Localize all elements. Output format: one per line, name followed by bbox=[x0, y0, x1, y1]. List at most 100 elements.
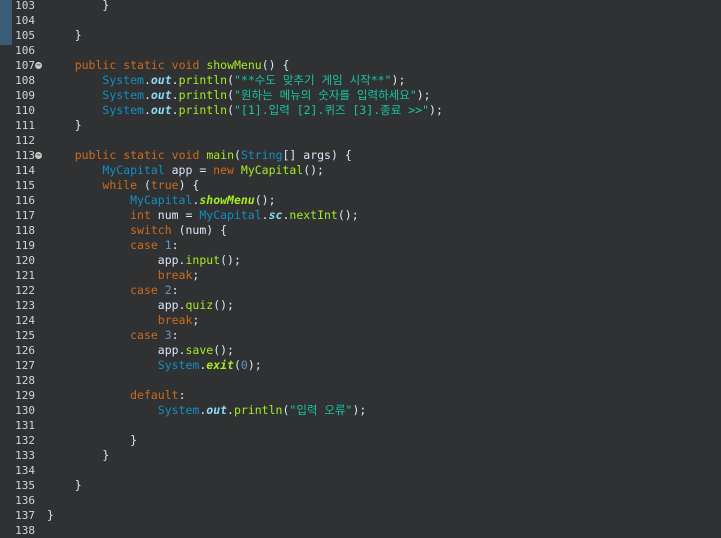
code-token: . bbox=[227, 403, 234, 417]
line-number: 120 bbox=[15, 254, 35, 267]
code-token: case bbox=[130, 283, 158, 297]
code-line[interactable]: 105 } bbox=[0, 28, 721, 43]
code-token: . bbox=[143, 88, 151, 102]
line-number: 115 bbox=[15, 179, 35, 192]
code-line[interactable]: 130 System.out.println("입력 오류"); bbox=[0, 403, 721, 418]
code-line[interactable]: 133 } bbox=[0, 448, 721, 463]
code-line[interactable]: 115 while (true) { bbox=[0, 178, 721, 193]
line-number: 113 bbox=[15, 149, 35, 162]
code-line[interactable]: 134 bbox=[0, 463, 721, 478]
line-number: 114 bbox=[15, 164, 35, 177]
code-line[interactable]: 117 int num = MyCapital.sc.nextInt(); bbox=[0, 208, 721, 223]
code-token: println bbox=[178, 73, 228, 87]
code-text: } bbox=[47, 28, 82, 43]
code-token: : bbox=[171, 328, 179, 342]
code-line[interactable]: 128 bbox=[0, 373, 721, 388]
code-lines[interactable]: 103 } 104 105 } 106 107− public static void … bbox=[0, 0, 721, 538]
code-token: args bbox=[303, 148, 331, 162]
code-token: MyCapital bbox=[102, 163, 165, 177]
code-line[interactable]: 120 app.input(); bbox=[0, 253, 721, 268]
code-line[interactable]: 125 case 3: bbox=[0, 328, 721, 343]
code-text: case 3: bbox=[47, 328, 179, 343]
code-token: app = bbox=[164, 163, 214, 177]
fold-collapse-icon[interactable]: − bbox=[35, 62, 42, 69]
code-token: 1 bbox=[164, 238, 172, 252]
code-line[interactable]: 103 } bbox=[0, 0, 721, 13]
line-number: 119 bbox=[15, 239, 35, 252]
code-line[interactable]: 121 break; bbox=[0, 268, 721, 283]
line-number: 103 bbox=[15, 0, 35, 12]
code-text: } bbox=[47, 448, 109, 463]
code-text: app.quiz(); bbox=[47, 298, 234, 313]
code-token: public bbox=[74, 148, 117, 162]
line-number: 138 bbox=[15, 524, 35, 537]
code-token: MyCapital bbox=[130, 193, 193, 207]
code-line[interactable]: 126 app.save(); bbox=[0, 343, 721, 358]
code-token: } bbox=[47, 508, 54, 522]
code-token: out bbox=[150, 73, 172, 87]
code-token: break bbox=[157, 313, 193, 327]
code-token: } bbox=[47, 28, 82, 42]
code-line[interactable]: 127 System.exit(0); bbox=[0, 358, 721, 373]
code-line[interactable]: 111 } bbox=[0, 118, 721, 133]
code-text: System.exit(0); bbox=[47, 358, 262, 373]
line-number: 116 bbox=[15, 194, 35, 207]
code-text: public static void showMenu() { bbox=[47, 58, 290, 73]
code-line[interactable]: 118 switch (num) { bbox=[0, 223, 721, 238]
code-token: 2 bbox=[164, 283, 172, 297]
code-line[interactable]: 104 bbox=[0, 13, 721, 28]
code-line[interactable]: 138 bbox=[0, 523, 721, 538]
code-token: . bbox=[171, 73, 179, 87]
code-line[interactable]: 106 bbox=[0, 43, 721, 58]
code-line[interactable]: 110 System.out.println("[1].입력 [2].퀴즈 [3… bbox=[0, 103, 721, 118]
code-token: System bbox=[102, 88, 144, 102]
code-line[interactable]: 116 MyCapital.showMenu(); bbox=[0, 193, 721, 208]
fold-collapse-icon[interactable]: − bbox=[35, 152, 42, 159]
code-text: } bbox=[47, 433, 137, 448]
code-line[interactable]: 124 break; bbox=[0, 313, 721, 328]
code-line[interactable]: 109 System.out.println("원하는 메뉴의 숫자를 입력하세… bbox=[0, 88, 721, 103]
code-text: MyCapital.showMenu(); bbox=[47, 193, 276, 208]
line-number: 130 bbox=[15, 404, 35, 417]
code-line[interactable]: 137} bbox=[0, 508, 721, 523]
code-line[interactable]: 113− public static void main(String[] ar… bbox=[0, 148, 721, 163]
code-token: true bbox=[150, 178, 179, 192]
code-token: (); bbox=[337, 208, 359, 222]
code-text: System.out.println("원하는 메뉴의 숫자를 입력하세요"); bbox=[47, 88, 430, 103]
code-token: 3 bbox=[164, 328, 172, 342]
code-line[interactable]: 119 case 1: bbox=[0, 238, 721, 253]
code-editor[interactable]: 103 } 104 105 } 106 107− public static void … bbox=[0, 0, 721, 538]
code-token: while bbox=[102, 178, 138, 192]
code-text: int num = MyCapital.sc.nextInt(); bbox=[47, 208, 359, 223]
code-token: ); bbox=[352, 403, 367, 417]
code-text: System.out.println("**수도 맞추기 게임 시작**"); bbox=[47, 73, 405, 88]
code-line[interactable]: 107− public static void showMenu() { bbox=[0, 58, 721, 73]
code-line[interactable]: 131 bbox=[0, 418, 721, 433]
code-text: } bbox=[47, 0, 109, 13]
code-line[interactable]: 108 System.out.println("**수도 맞추기 게임 시작**… bbox=[0, 73, 721, 88]
code-line[interactable]: 123 app.quiz(); bbox=[0, 298, 721, 313]
code-token: (); bbox=[254, 193, 276, 207]
code-line[interactable]: 122 case 2: bbox=[0, 283, 721, 298]
code-line[interactable]: 132 } bbox=[0, 433, 721, 448]
code-line[interactable]: 136 bbox=[0, 493, 721, 508]
code-token: input bbox=[185, 253, 221, 267]
line-number: 135 bbox=[15, 479, 35, 492]
code-token: "원하는 메뉴의 숫자를 입력하세요" bbox=[234, 88, 417, 102]
code-line[interactable]: 129 default: bbox=[0, 388, 721, 403]
code-line[interactable]: 114 MyCapital app = new MyCapital(); bbox=[0, 163, 721, 178]
code-token: ); bbox=[429, 103, 443, 117]
line-number: 124 bbox=[15, 314, 35, 327]
code-line[interactable]: 135 } bbox=[0, 478, 721, 493]
code-line[interactable]: 112 bbox=[0, 133, 721, 148]
